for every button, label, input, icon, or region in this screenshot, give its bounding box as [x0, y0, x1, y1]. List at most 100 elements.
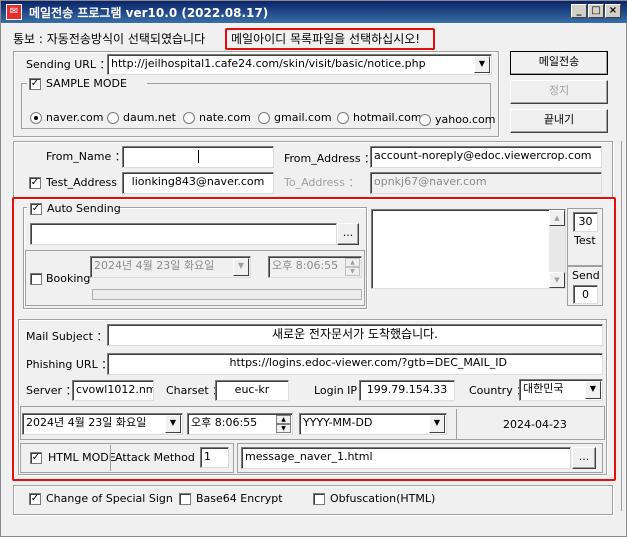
radio-hotmail-label: hotmail.com: [353, 111, 422, 124]
test-address-input[interactable]: lionking843@naver.com: [122, 172, 274, 194]
spin-down-icon[interactable]: ▼: [345, 267, 360, 276]
close-button[interactable]: ×: [605, 4, 621, 18]
to-address-label: To_Address ：: [284, 176, 360, 189]
html-mode-label: HTML MODE: [48, 451, 116, 464]
mail-date-picker[interactable]: 2024년 4월 23일 화요일 ▼: [22, 413, 183, 435]
from-address-input[interactable]: account-noreply@edoc.viewercrop.com: [370, 146, 602, 168]
log-scrollbar[interactable]: ▲ ▼: [549, 210, 565, 288]
divider: [456, 409, 457, 439]
minimize-button[interactable]: _: [571, 4, 587, 18]
sending-url-select[interactable]: http://jeilhospital1.cafe24.com/skin/vis…: [107, 54, 492, 75]
chevron-down-icon[interactable]: ▼: [165, 415, 181, 433]
from-name-label: From_Name ：: [46, 150, 126, 163]
country-select[interactable]: 대한민국 ▼: [519, 379, 603, 401]
message-file-input[interactable]: message_naver_1.html: [241, 447, 571, 469]
to-address-input[interactable]: opnkj67@naver.com: [370, 172, 602, 194]
sample-mode-checkbox[interactable]: ✓: [29, 78, 41, 90]
window-title: 메일전송 프로그램 ver10.0 (2022.08.17): [29, 6, 269, 20]
send-mail-button[interactable]: 메일전송: [510, 51, 608, 75]
obfuscation-label: Obfuscation(HTML): [330, 492, 436, 505]
test-label: Test: [574, 234, 596, 247]
booking-label: Booking: [46, 272, 91, 285]
mail-date-value: 2024년 4월 23일 화요일: [26, 416, 147, 429]
special-sign-label: Change of Special Sign: [46, 492, 173, 505]
notice-highlight: 메일아이디 목록파일을 선택하십시오!: [225, 28, 435, 50]
from-address-label: From_Address ：: [284, 152, 376, 165]
scroll-up-icon[interactable]: ▲: [549, 210, 565, 226]
obfuscation-checkbox[interactable]: [313, 493, 325, 505]
sending-url-label: Sending URL ：: [26, 58, 111, 71]
special-sign-checkbox[interactable]: ✓: [29, 493, 41, 505]
booking-checkbox[interactable]: [30, 273, 42, 285]
radio-nate-label: nate.com: [199, 111, 251, 124]
mail-list-browse-button[interactable]: ...: [337, 223, 359, 245]
charset-input[interactable]: euc-kr: [215, 380, 289, 401]
envelope-icon: ✉: [6, 4, 22, 20]
mail-subject-input[interactable]: 새로운 전자문서가 도착했습니다.: [107, 324, 603, 346]
sending-url-value: http://jeilhospital1.cafe24.com/skin/vis…: [111, 57, 426, 70]
radio-yahoo[interactable]: [419, 114, 431, 126]
server-label: Server ：: [26, 384, 77, 397]
radio-daum-label: daum.net: [123, 111, 176, 124]
spin-up-icon[interactable]: ▲: [345, 258, 360, 267]
booking-date-value: 2024년 4월 23일 화요일: [94, 259, 215, 272]
formatted-date: 2024-04-23: [503, 418, 567, 431]
mail-time-value: 오후 8:06:55: [191, 416, 258, 429]
date-format-value: YYYY-MM-DD: [303, 416, 373, 429]
log-textarea[interactable]: ▲ ▼: [371, 209, 566, 289]
from-name-input[interactable]: [122, 146, 274, 168]
login-ip-input[interactable]: 199.79.154.33: [359, 380, 455, 401]
radio-gmail-label: gmail.com: [274, 111, 332, 124]
radio-hotmail[interactable]: [337, 112, 349, 124]
country-value: 대한민국: [523, 382, 564, 395]
server-input[interactable]: cvowl1012.nm: [72, 380, 154, 401]
base64-label: Base64 Encrypt: [196, 492, 283, 505]
maximize-button[interactable]: □: [588, 4, 604, 18]
right-panel-edge: [621, 141, 627, 511]
radio-yahoo-label: yahoo.com: [435, 113, 496, 126]
radio-naver[interactable]: [30, 112, 42, 124]
send-count-input[interactable]: 0: [573, 285, 598, 304]
auto-sending-checkbox[interactable]: ✓: [30, 203, 42, 215]
sample-mode-legend: ✓ SAMPLE MODE: [27, 77, 147, 91]
booking-time-value: 오후 8:06:55: [272, 259, 339, 272]
stop-button[interactable]: 정지: [510, 80, 608, 104]
phishing-url-input[interactable]: https://logins.edoc-viewer.com/?gtb=DEC_…: [107, 353, 603, 375]
mail-time-picker[interactable]: 오후 8:06:55 ▲ ▼: [187, 413, 293, 435]
booking-time-picker[interactable]: 오후 8:06:55 ▲ ▼: [268, 256, 362, 278]
attack-method-input[interactable]: 1: [200, 447, 229, 468]
scroll-down-icon[interactable]: ▼: [549, 272, 565, 288]
radio-daum[interactable]: [107, 112, 119, 124]
attack-method-label: Attack Method ：: [115, 451, 210, 464]
phishing-url-label: Phishing URL ：: [26, 358, 113, 371]
auto-sending-legend: ✓ Auto Sending: [27, 201, 121, 215]
radio-nate[interactable]: [183, 112, 195, 124]
message-file-browse-button[interactable]: ...: [572, 447, 596, 469]
title-bar[interactable]: ✉ 메일전송 프로그램 ver10.0 (2022.08.17) _ □ ×: [1, 1, 627, 23]
mail-subject-label: Mail Subject ：: [26, 330, 108, 343]
chevron-down-icon[interactable]: ▼: [233, 258, 249, 276]
text-cursor: [198, 150, 199, 163]
divider: [110, 445, 111, 471]
auto-sending-label: Auto Sending: [47, 202, 121, 215]
booking-progress-bar: [92, 289, 362, 300]
send-label: Send: [572, 269, 600, 282]
test-count-input[interactable]: 30: [573, 212, 598, 232]
main-window: ✉ 메일전송 프로그램 ver10.0 (2022.08.17) _ □ × 통…: [0, 0, 627, 537]
base64-checkbox[interactable]: [179, 493, 191, 505]
chevron-down-icon[interactable]: ▼: [585, 381, 601, 399]
exit-button[interactable]: 끝내기: [510, 109, 608, 133]
mail-list-file-input[interactable]: [30, 223, 337, 245]
chevron-down-icon[interactable]: ▼: [429, 415, 445, 433]
booking-date-picker[interactable]: 2024년 4월 23일 화요일 ▼: [90, 256, 251, 278]
notice-text: 통보 : 자동전송방식이 선택되였습니다: [13, 32, 206, 46]
sample-mode-label: SAMPLE MODE: [46, 77, 127, 90]
html-mode-checkbox[interactable]: ✓: [30, 452, 42, 464]
spin-down-icon[interactable]: ▼: [276, 424, 291, 433]
chevron-down-icon[interactable]: ▼: [474, 56, 490, 73]
test-address-label: Test_Address ：: [46, 176, 132, 189]
date-format-select[interactable]: YYYY-MM-DD ▼: [299, 413, 447, 435]
radio-gmail[interactable]: [258, 112, 270, 124]
spin-up-icon[interactable]: ▲: [276, 415, 291, 424]
test-address-checkbox[interactable]: ✓: [29, 177, 41, 189]
